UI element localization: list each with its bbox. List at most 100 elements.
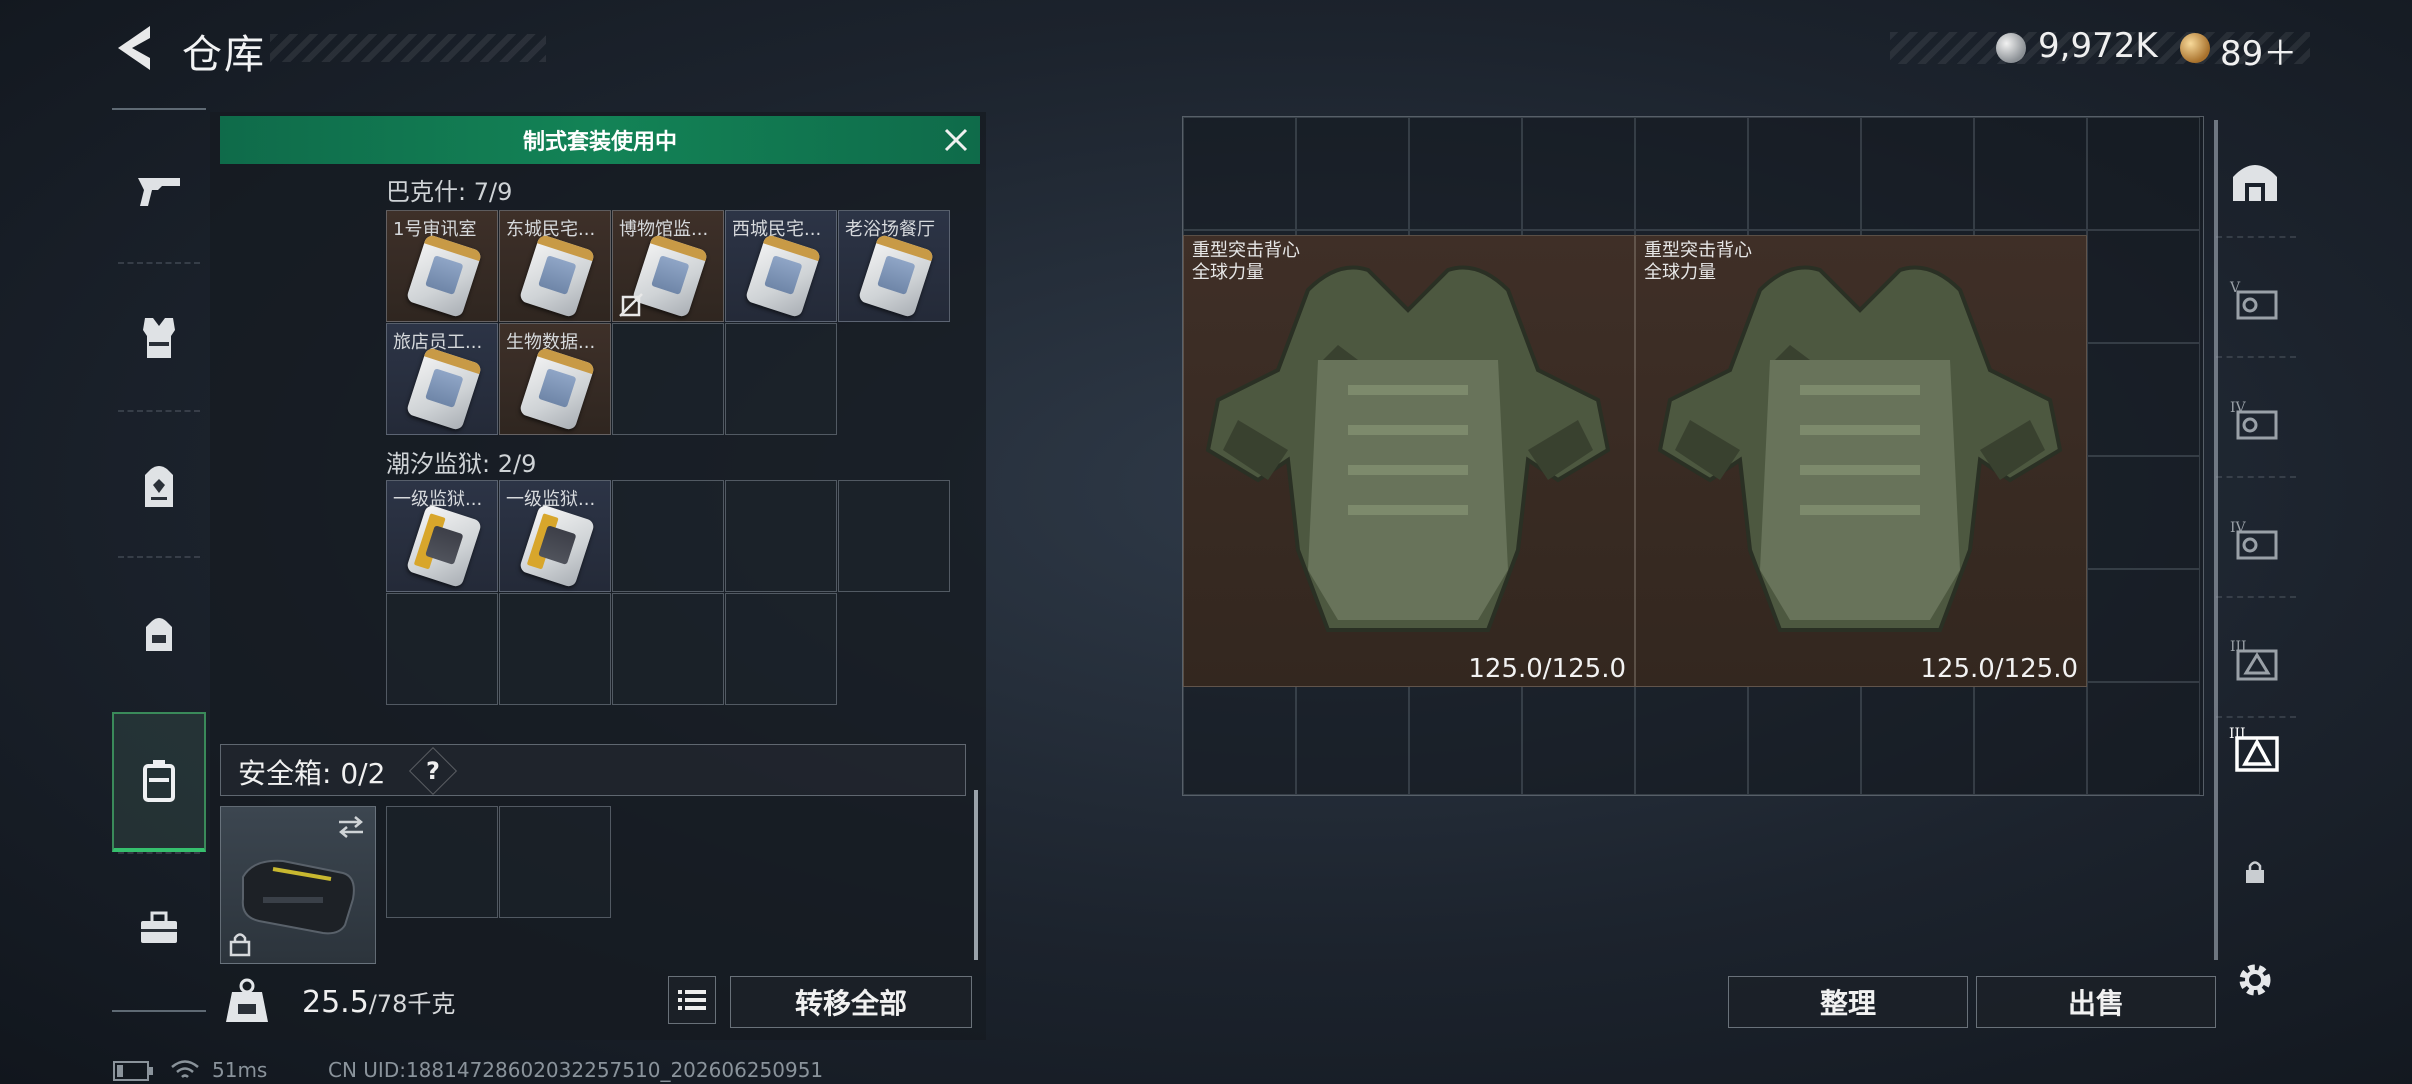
section-title-tidal-prison: 潮汐监狱: 2/9 (386, 450, 537, 478)
list-view-button[interactable] (668, 976, 716, 1024)
sell-button[interactable]: 出售 (1976, 976, 2216, 1028)
rail-divider (118, 410, 200, 412)
keycard-icon (518, 233, 596, 319)
stash-slot[interactable] (1635, 682, 1748, 795)
vest-durability: 125.0/125.0 (1920, 654, 2078, 684)
title-decoration (270, 34, 546, 62)
safebox-slot[interactable] (499, 806, 611, 918)
item-label: 东城民宅... (506, 219, 596, 240)
stash-slot[interactable] (2087, 117, 2200, 230)
stash-slot[interactable] (1183, 117, 1296, 230)
empty-slot[interactable] (725, 593, 837, 705)
stash-tab-iv-a[interactable]: IV (2212, 360, 2298, 480)
nav-bag[interactable] (112, 564, 206, 704)
item-label: 博物馆监... (619, 219, 709, 240)
help-glyph: ? (426, 756, 440, 785)
back-arrow-icon[interactable] (112, 22, 156, 74)
stash-slot[interactable] (1748, 117, 1861, 230)
vest-icon (1205, 265, 1611, 632)
stash-slot[interactable] (1635, 117, 1748, 230)
transfer-all-button[interactable]: 转移全部 (730, 976, 972, 1028)
nav-backpack[interactable] (112, 416, 206, 556)
stash-slot[interactable] (1522, 117, 1635, 230)
empty-slot[interactable] (612, 593, 724, 705)
weight-readout: 25.5/78千克 (302, 984, 455, 1020)
lock-icon (2246, 861, 2264, 883)
weight-max: /78千克 (368, 990, 456, 1018)
stash-slot[interactable] (2087, 682, 2200, 795)
uid-readout: CN UID:18814728602032257510_202606250951 (328, 1058, 824, 1082)
prison-keycard-item[interactable]: 一级监狱... (386, 480, 498, 592)
stash-tab-iii-active[interactable]: III (2212, 690, 2298, 810)
item-label: 1号审讯室 (393, 219, 477, 240)
keycard-item[interactable]: 西城民宅... (725, 210, 837, 322)
stash-slot[interactable] (1748, 682, 1861, 795)
stash-slot[interactable] (2087, 569, 2200, 682)
rail-divider (2216, 596, 2296, 598)
close-icon[interactable] (936, 120, 976, 160)
lock-icon (229, 933, 251, 957)
suit-banner: 制式套装使用中 (220, 116, 980, 164)
vest-item[interactable]: 重型突击背心 全球力量 125.0/125.0 (1183, 235, 1635, 687)
stash-slot[interactable] (1974, 682, 2087, 795)
nav-safebox[interactable] (112, 712, 206, 852)
stash-slot[interactable] (2087, 230, 2200, 343)
backpack-icon (145, 466, 173, 507)
empty-slot[interactable] (386, 593, 498, 705)
keycard-item[interactable]: 老浴场餐厅 (838, 210, 950, 322)
keycard-item[interactable]: 生物数据... (499, 323, 611, 435)
safebox-container-item[interactable] (220, 806, 376, 964)
weight-kg-icon (226, 978, 268, 1022)
vest-durability: 125.0/125.0 (1468, 654, 1626, 684)
stash-tab-main[interactable] (2212, 120, 2298, 240)
stash-tab-iv-b[interactable]: IV (2212, 480, 2298, 600)
gold-coin-icon (2180, 33, 2210, 63)
vest-item[interactable]: 重型突击背心 全球力量 125.0/125.0 (1635, 235, 2087, 687)
empty-slot[interactable] (838, 480, 950, 592)
swap-icon[interactable] (335, 815, 367, 839)
empty-slot[interactable] (612, 323, 724, 435)
wifi-icon (171, 1060, 199, 1078)
stash-tab-v[interactable]: V (2212, 240, 2298, 360)
battery-icon (113, 1061, 153, 1081)
locked-tab[interactable] (2212, 812, 2298, 932)
stash-slot[interactable] (2087, 456, 2200, 569)
empty-slot[interactable] (499, 593, 611, 705)
organize-button[interactable]: 整理 (1728, 976, 1968, 1028)
gold-currency-value[interactable]: 89＋ (2220, 26, 2297, 75)
item-label: 旅店员工... (393, 332, 483, 353)
stash-slot[interactable] (1409, 682, 1522, 795)
stash-iii-active-icon: III (2229, 726, 2279, 772)
keycard-item[interactable]: 1号审讯室 (386, 210, 498, 322)
stash-slot[interactable] (1861, 117, 1974, 230)
settings-button[interactable] (2212, 920, 2298, 1040)
list-icon (678, 990, 706, 1010)
empty-slot[interactable] (612, 480, 724, 592)
panel-scrollbar[interactable] (974, 790, 978, 960)
stash-slot[interactable] (1296, 117, 1409, 230)
keycard-item[interactable]: 旅店员工... (386, 323, 498, 435)
stash-slot[interactable] (1296, 682, 1409, 795)
rail-divider (118, 852, 200, 854)
keycard-icon (405, 346, 483, 432)
nav-toolbox[interactable] (112, 858, 206, 998)
stash-slot[interactable] (1974, 117, 2087, 230)
keycard-item[interactable]: 东城民宅... (499, 210, 611, 322)
safebox-slot[interactable] (386, 806, 498, 918)
stash-iii-icon: III (2230, 639, 2278, 681)
nav-vest[interactable] (112, 268, 206, 408)
stash-slot[interactable] (1409, 117, 1522, 230)
prison-keycard-item[interactable]: 一级监狱... (499, 480, 611, 592)
empty-slot[interactable] (725, 323, 837, 435)
stash-slot[interactable] (1522, 682, 1635, 795)
warehouse-icon (2233, 165, 2277, 201)
stash-slot[interactable] (1861, 682, 1974, 795)
vest-icon (143, 318, 175, 358)
stash-slot[interactable] (1183, 682, 1296, 795)
empty-slot[interactable] (725, 480, 837, 592)
nav-weapon[interactable] (112, 120, 206, 260)
vest-icon (1657, 265, 2063, 632)
keycard-item[interactable]: 博物馆监... (612, 210, 724, 322)
rail-divider (2216, 356, 2296, 358)
stash-slot[interactable] (2087, 343, 2200, 456)
